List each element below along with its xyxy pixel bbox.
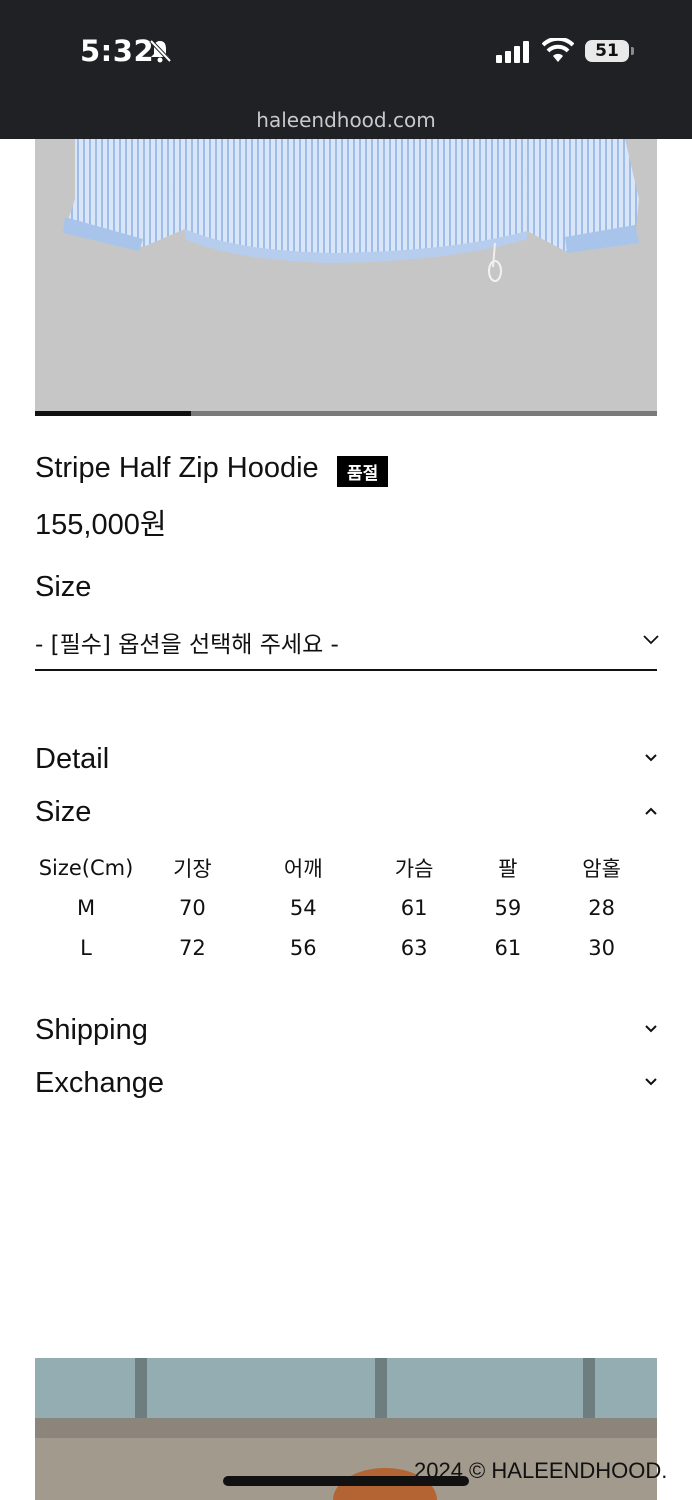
chevron-down-icon [645, 1078, 657, 1086]
image-slider-progress [35, 411, 191, 416]
product-image[interactable] [35, 139, 657, 411]
image-slider-track[interactable] [35, 411, 657, 416]
size-chart-header: Size(Cm) [38, 856, 134, 880]
battery-cap [631, 47, 634, 55]
size-chart-cell: 56 [289, 936, 317, 960]
size-chart-header-row: Size(Cm) 기장 어깨 가슴 팔 암홀 [35, 848, 657, 888]
size-chart-cell: 61 [494, 936, 522, 960]
browser-url[interactable]: haleendhood.com [0, 108, 692, 132]
size-chart-header: 기장 [173, 857, 212, 881]
size-chart-header: 어깨 [283, 857, 323, 881]
accordion-exchange-label: Exchange [35, 1067, 164, 1099]
size-chart-cell: 70 [179, 896, 206, 920]
soldout-badge: 품절 [337, 456, 389, 487]
table-row: L 72 56 63 61 30 [35, 928, 657, 968]
accordion-size-label: Size [35, 796, 92, 828]
size-option-label: Size [35, 571, 92, 603]
size-chart-cell: L [80, 936, 92, 960]
chevron-down-icon [645, 1025, 657, 1033]
size-chart-cell: 54 [289, 896, 317, 920]
table-row: M 70 54 61 59 28 [35, 888, 657, 928]
accordion-size[interactable]: Size [35, 796, 657, 836]
accordion-shipping[interactable]: Shipping [35, 1014, 657, 1054]
accordion-detail[interactable]: Detail [35, 743, 657, 783]
product-price: 155,000원 [35, 509, 167, 541]
size-chart-header: 팔 [498, 857, 518, 881]
hoodie-illustration [63, 139, 639, 282]
size-chart-cell: 61 [400, 896, 428, 920]
size-option-value: - [필수] 옵션을 선택해 주세요 - [35, 632, 339, 658]
chevron-up-icon [645, 807, 657, 815]
accordion-shipping-label: Shipping [35, 1014, 148, 1046]
status-time: 5:32 [80, 34, 155, 68]
size-chart-cell: M [76, 896, 96, 920]
accordion-exchange[interactable]: Exchange [35, 1067, 657, 1107]
size-option-select[interactable]: - [필수] 옵션을 선택해 주세요 - [35, 617, 659, 671]
cellular-signal-icon [496, 41, 529, 63]
chevron-down-icon [643, 635, 659, 645]
size-chart-cell: 63 [400, 936, 428, 960]
size-chart-cell: 59 [494, 896, 522, 920]
bell-muted-icon [149, 39, 172, 63]
size-chart-header: 가슴 [394, 857, 434, 881]
battery-indicator: 51 [585, 40, 629, 62]
chevron-down-icon [645, 754, 657, 762]
size-chart-cell: 72 [179, 936, 206, 960]
product-title: Stripe Half Zip Hoodie [35, 452, 319, 484]
size-chart-header: 암홀 [582, 857, 621, 881]
status-bar: 5:32 51 haleendhood.com [0, 0, 692, 139]
size-chart-table: Size(Cm) 기장 어깨 가슴 팔 암홀 M 70 54 61 59 28 … [35, 848, 657, 968]
home-indicator[interactable] [223, 1476, 469, 1486]
accordion-detail-label: Detail [35, 743, 110, 775]
size-chart-cell: 28 [588, 896, 615, 920]
wifi-icon [542, 38, 574, 62]
size-chart-cell: 30 [588, 936, 615, 960]
